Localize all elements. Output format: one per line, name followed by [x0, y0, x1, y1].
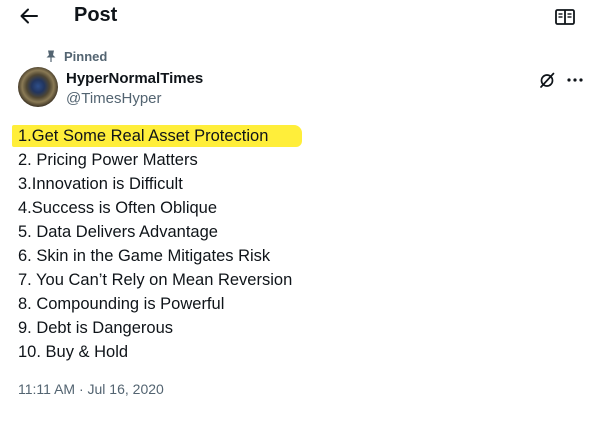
tweet-line-6: 6. Skin in the Game Mitigates Risk: [18, 247, 271, 265]
tweet-line-5: 5. Data Delivers Advantage: [18, 223, 218, 241]
post-timestamp[interactable]: 11:11 AM · Jul 16, 2020: [18, 380, 164, 398]
author-display-name[interactable]: HyperNormalTimes: [66, 70, 203, 88]
tweet-line-2: 2. Pricing Power Matters: [18, 151, 198, 169]
tweet-line-10: 10. Buy & Hold: [18, 343, 129, 361]
pin-icon: [46, 50, 56, 62]
pinned-label: Pinned: [64, 48, 108, 64]
grok-icon: [540, 72, 555, 88]
reader-mode-button[interactable]: [553, 5, 577, 29]
back-button[interactable]: [16, 3, 42, 29]
tweet-text: 1.Get Some Real Asset Protection 2. Pric…: [12, 124, 598, 364]
highlighted-text: 1.Get Some Real Asset Protection: [12, 125, 303, 147]
grok-button[interactable]: [537, 70, 557, 90]
more-options-button[interactable]: [564, 70, 586, 90]
tweet-line-4: 4.Success is Often Oblique: [18, 199, 218, 217]
post-header: Post: [0, 0, 615, 34]
tweet-line-1: 1.Get Some Real Asset Protection: [12, 124, 598, 148]
tweet-line-9: 9. Debt is Dangerous: [18, 319, 174, 337]
tweet-line-8: 8. Compounding is Powerful: [18, 295, 225, 313]
author-handle[interactable]: @TimesHyper: [66, 90, 162, 108]
tweet-line-3: 3.Innovation is Difficult: [18, 175, 183, 193]
book-open-icon: [555, 9, 575, 25]
tweet-line-7: 7. You Can’t Rely on Mean Reversion: [18, 271, 293, 289]
more-dots-icon: [567, 78, 583, 82]
avatar[interactable]: [18, 67, 58, 107]
arrow-left-icon: [20, 8, 38, 24]
page-title: Post: [74, 4, 118, 26]
pinned-indicator: Pinned: [44, 47, 107, 65]
